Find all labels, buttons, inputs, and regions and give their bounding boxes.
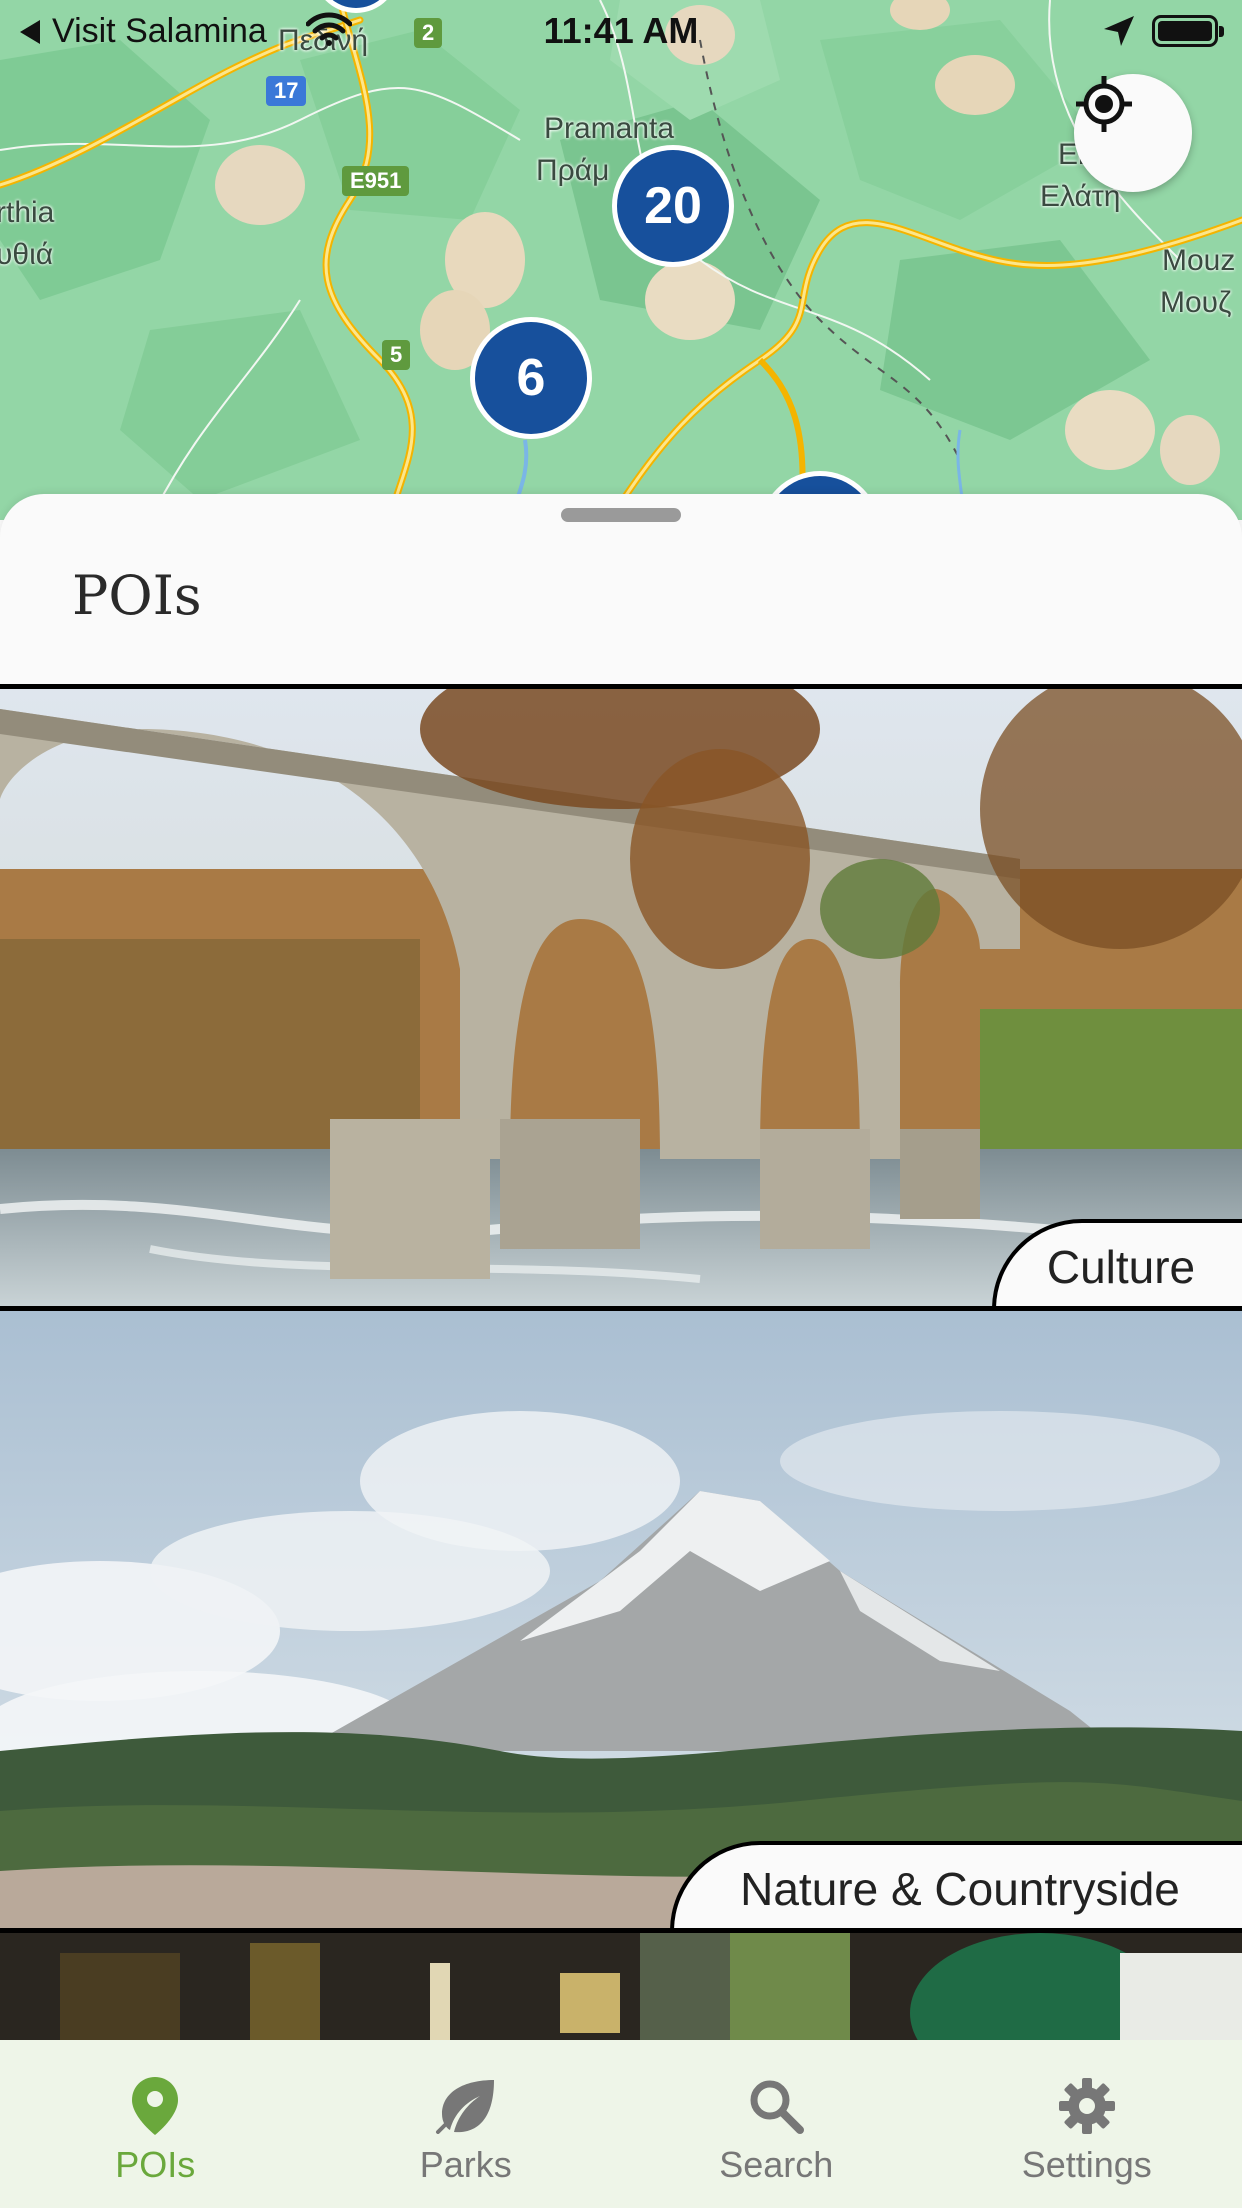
road-shield-5: 5 <box>382 340 411 370</box>
road-shield-e951: E951 <box>342 166 410 196</box>
category-label-nature: Nature & Countryside <box>670 1841 1242 1929</box>
map-cluster-marker[interactable]: 20 <box>617 150 729 262</box>
poi-bottom-sheet[interactable]: POIs Culture Nature & Countryside <box>0 494 1242 2040</box>
locate-me-button[interactable] <box>1074 74 1192 192</box>
sheet-drag-handle[interactable] <box>561 508 681 522</box>
food-market-photo <box>0 1933 1242 2040</box>
snowy-mountain-village-photo <box>0 1311 1242 1929</box>
map-pin-icon <box>123 2074 187 2138</box>
stone-arch-bridge-photo <box>0 689 1242 1307</box>
tab-label-settings: Settings <box>1021 2144 1152 2185</box>
poi-category-card-culture[interactable]: Culture <box>0 684 1242 1312</box>
map-label-arthia: rthia <box>0 196 55 229</box>
location-arrow-icon <box>1104 16 1134 46</box>
map-terrain <box>0 0 1242 520</box>
sheet-title: POIs <box>72 564 202 627</box>
status-bar: Visit Salamina 11:41 AM <box>0 0 1242 62</box>
map-cluster-marker[interactable]: 6 <box>475 322 587 434</box>
map-view[interactable]: Πεδινή Pramanta Πράμ rthia υθιά El Ελάτη… <box>0 0 1242 520</box>
map-label-pramanta-greek: Πράμ <box>536 154 610 187</box>
tab-parks[interactable]: Parks <box>311 2040 622 2208</box>
map-label-pramanta: Pramanta <box>544 112 675 145</box>
tab-search[interactable]: Search <box>621 2040 932 2208</box>
tab-pois[interactable]: POIs <box>0 2040 311 2208</box>
map-label-mouz: Mouz <box>1162 244 1236 277</box>
poi-category-card-food[interactable] <box>0 1928 1242 2040</box>
crosshair-target-icon <box>1076 76 1132 132</box>
tab-settings[interactable]: Settings <box>932 2040 1242 2208</box>
tab-label-pois: POIs <box>115 2144 196 2185</box>
battery-icon <box>1152 15 1224 47</box>
leaf-icon <box>434 2074 498 2138</box>
status-time: 11:41 AM <box>543 10 699 51</box>
poi-category-card-nature[interactable]: Nature & Countryside <box>0 1306 1242 1934</box>
map-label-arthia-greek: υθιά <box>0 238 54 271</box>
gear-icon <box>1055 2074 1119 2138</box>
tab-label-search: Search <box>719 2144 834 2185</box>
map-label-mouz-greek: Μουζ <box>1160 286 1232 319</box>
search-icon <box>744 2074 808 2138</box>
bottom-tab-bar: POIs Parks Search Settings <box>0 2040 1242 2208</box>
tab-label-parks: Parks <box>419 2144 512 2185</box>
road-shield-17: 17 <box>266 76 307 106</box>
